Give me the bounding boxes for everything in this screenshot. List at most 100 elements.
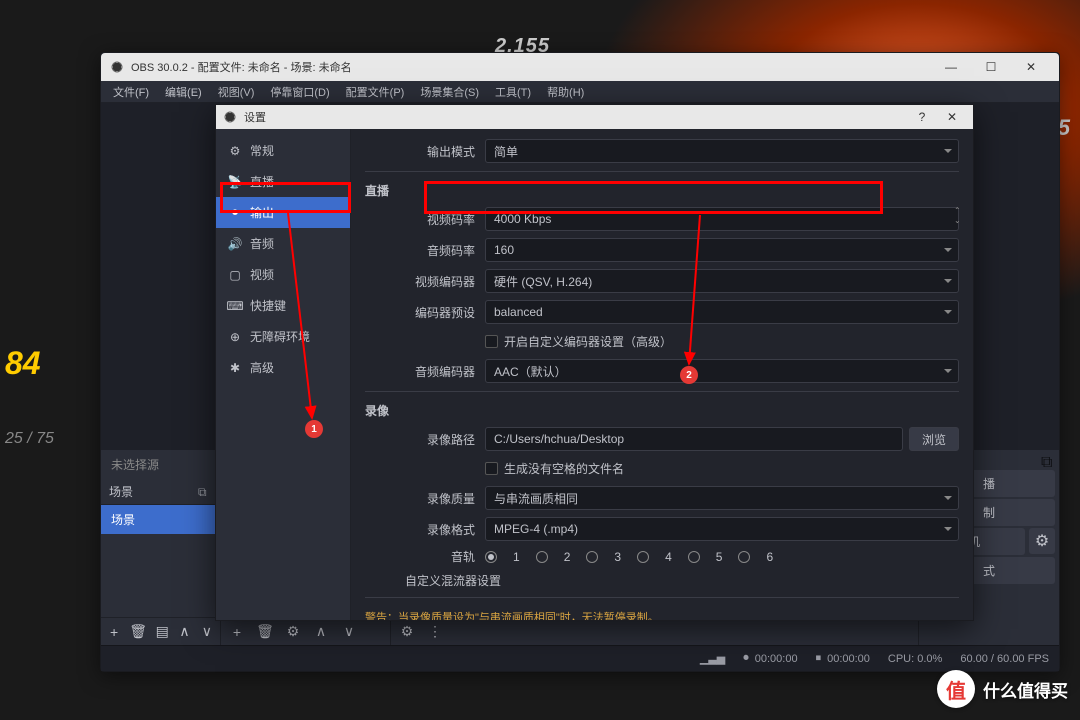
keyboard-icon: ⌨ [228,299,242,313]
network-icon: ▁▃▅ [700,652,725,665]
menu-scene-collection[interactable]: 场景集合(S) [412,82,487,102]
status-cpu: CPU: 0.0% [888,653,942,665]
nav-accessibility[interactable]: ⊕无障碍环境 [216,321,350,352]
tracks-label: 音轨 [365,548,485,565]
scene-filter-button[interactable]: ▤ [155,622,169,642]
browse-button[interactable]: 浏览 [909,427,959,451]
scene-down-button[interactable]: ∨ [200,622,214,642]
remove-source-button[interactable]: 🗑 [255,622,275,642]
popout-icon[interactable]: ⧉ [198,485,212,499]
nospace-checkbox[interactable] [485,462,498,475]
sources-toolbar: + 🗑 ⚙ ∧ ∨ [221,617,390,645]
rec-path-input[interactable]: C:/Users/hchua/Desktop [485,427,903,451]
mixer-menu-button[interactable]: ⋮ [425,622,445,642]
obs-logo-icon [109,59,125,75]
divider [365,171,959,172]
wallpaper-text: 25 / 75 [5,430,54,448]
track-radio-2[interactable] [536,551,548,563]
scene-item[interactable]: 场景 [101,505,220,534]
rec-quality-label: 录像质量 [365,490,485,507]
encoder-preset-label: 编码器预设 [365,304,485,321]
settings-sidebar: ⚙常规 📡直播 ⏺输出 🔊音频 ▢视频 ⌨快捷键 ⊕无障碍环境 ✱高级 [216,129,351,620]
source-down-button[interactable]: ∨ [339,622,359,642]
status-bar: ▁▃▅ ⏺00:00:00 ⏹00:00:00 CPU: 0.0% 60.00 … [101,645,1059,671]
audio-icon: 🔊 [228,237,242,251]
track-radio-3[interactable] [586,551,598,563]
warning-text-1: 警告：当录像质量设为"与串流画质相同"时，无法暂停录制。 [365,606,959,620]
settings-close-button[interactable]: ✕ [937,103,967,131]
nav-audio[interactable]: 🔊音频 [216,228,350,259]
menu-help[interactable]: 帮助(H) [539,82,592,102]
minimize-button[interactable]: — [931,53,971,81]
nav-stream[interactable]: 📡直播 [216,166,350,197]
close-button[interactable]: ✕ [1011,53,1051,81]
menu-dock[interactable]: 停靠窗口(D) [262,82,337,102]
no-source-label: 未选择源 [101,450,220,479]
rec-format-select[interactable]: MPEG-4 (.mp4) [485,517,959,541]
remove-scene-button[interactable]: 🗑 [129,622,147,642]
advanced-icon: ✱ [228,361,242,375]
audio-encoder-label: 音频编码器 [365,363,485,380]
main-titlebar[interactable]: OBS 30.0.2 - 配置文件: 未命名 - 场景: 未命名 — ☐ ✕ [101,53,1059,81]
audio-encoder-select[interactable]: AAC（默认） [485,359,959,383]
source-props-button[interactable]: ⚙ [283,622,303,642]
popout-icon[interactable]: ⧉ [1041,454,1055,468]
settings-title: 设置 [244,109,907,125]
rec-path-label: 录像路径 [365,431,485,448]
audio-bitrate-select[interactable]: 160 [485,238,959,262]
menu-profile[interactable]: 配置文件(P) [338,82,413,102]
source-up-button[interactable]: ∧ [311,622,331,642]
virtual-cam-settings-button[interactable]: ⚙ [1029,528,1055,554]
status-fps: 60.00 / 60.00 FPS [960,653,1049,665]
divider [365,597,959,598]
window-title: OBS 30.0.2 - 配置文件: 未命名 - 场景: 未命名 [131,59,931,75]
obs-logo-icon [222,109,238,125]
track-radio-1[interactable] [485,551,497,563]
settings-titlebar[interactable]: 设置 ? ✕ [216,105,973,129]
nav-output[interactable]: ⏺输出 [216,197,350,228]
menu-tools[interactable]: 工具(T) [487,82,539,102]
track-radio-4[interactable] [637,551,649,563]
add-scene-button[interactable]: + [107,622,121,642]
settings-help-button[interactable]: ? [907,103,937,131]
custom-encoder-label: 开启自定义编码器设置（高级） [504,333,672,350]
settings-content: 输出模式 简单 直播 视频码率 4000 Kbps 音频码率 160 视频编码器… [351,129,973,620]
scenes-header[interactable]: 场景 ⧉ [101,479,220,505]
video-bitrate-input[interactable]: 4000 Kbps [485,207,959,231]
add-source-button[interactable]: + [227,622,247,642]
scene-up-button[interactable]: ∧ [177,622,191,642]
watermark: 值 什么值得买 [937,670,1068,708]
maximize-button[interactable]: ☐ [971,53,1011,81]
output-icon: ⏺ [228,206,242,220]
audio-bitrate-label: 音频码率 [365,242,485,259]
video-icon: ▢ [228,268,242,282]
settings-dialog: 设置 ? ✕ ⚙常规 📡直播 ⏺输出 🔊音频 ▢视频 ⌨快捷键 ⊕无障碍环境 ✱… [215,104,974,621]
menu-view[interactable]: 视图(V) [210,82,263,102]
accessibility-icon: ⊕ [228,330,242,344]
mixer-toolbar: ⚙ ⋮ [391,617,918,645]
record-section-title: 录像 [365,402,959,419]
nav-hotkeys[interactable]: ⌨快捷键 [216,290,350,321]
menu-edit[interactable]: 编辑(E) [157,82,210,102]
mixer-settings-button[interactable]: ⚙ [397,622,417,642]
gear-icon: ⚙ [228,144,242,158]
nav-advanced[interactable]: ✱高级 [216,352,350,383]
scenes-panel: 未选择源 场景 ⧉ 场景 + 🗑 ▤ ∧ ∨ [101,450,221,645]
rec-format-label: 录像格式 [365,521,485,538]
status-rec-time: ⏺00:00:00 [743,652,797,665]
output-mode-label: 输出模式 [365,143,485,160]
menu-file[interactable]: 文件(F) [105,82,157,102]
track-radio-5[interactable] [688,551,700,563]
nav-general[interactable]: ⚙常规 [216,135,350,166]
main-menubar: 文件(F) 编辑(E) 视图(V) 停靠窗口(D) 配置文件(P) 场景集合(S… [101,81,1059,103]
video-bitrate-label: 视频码率 [365,211,485,228]
output-mode-select[interactable]: 简单 [485,139,959,163]
nav-video[interactable]: ▢视频 [216,259,350,290]
video-encoder-select[interactable]: 硬件 (QSV, H.264) [485,269,959,293]
scenes-title: 场景 [109,483,133,500]
encoder-preset-select[interactable]: balanced [485,300,959,324]
watermark-text: 什么值得买 [983,677,1068,702]
rec-quality-select[interactable]: 与串流画质相同 [485,486,959,510]
track-radio-6[interactable] [738,551,750,563]
custom-encoder-checkbox[interactable] [485,335,498,348]
